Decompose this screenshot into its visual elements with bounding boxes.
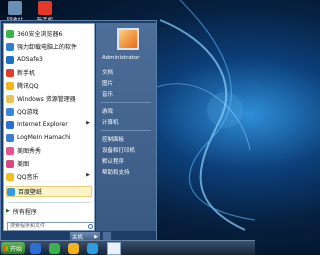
program-item[interactable]: 百度壁纸: [6, 186, 92, 197]
program-icon: [6, 94, 14, 103]
help-support-link[interactable]: 帮助和支持: [102, 168, 130, 176]
user-avatar[interactable]: [117, 28, 139, 50]
program-item[interactable]: 腾讯QQ: [6, 80, 92, 91]
search-placeholder: 搜索程序和文件: [10, 223, 46, 229]
file-manager-taskbar-icon[interactable]: [107, 242, 121, 255]
search-icon[interactable]: [88, 224, 93, 229]
program-icon: [6, 172, 14, 181]
program-label: 美图: [17, 161, 30, 168]
program-item[interactable]: 新手机: [6, 67, 92, 78]
refresh-taskbar-icon[interactable]: [87, 243, 98, 254]
program-label: 美图秀秀: [17, 148, 42, 155]
program-icon: [6, 159, 14, 168]
program-label: QQ音乐: [17, 174, 39, 181]
program-item[interactable]: 强力卸载电脑上的软件: [6, 41, 92, 52]
program-icon: [6, 42, 14, 51]
submenu-arrow-icon[interactable]: ▶: [86, 120, 90, 126]
program-icon: [6, 133, 14, 142]
program-item[interactable]: 美图: [6, 158, 92, 169]
divider: [8, 202, 90, 203]
default-programs-link[interactable]: 默认程序: [102, 157, 124, 165]
browser-taskbar-icon[interactable]: [49, 243, 60, 254]
start-label: 开始: [10, 245, 23, 253]
start-menu: 360安全浏览器6 强力卸载电脑上的软件 ADSafe3 新手机腾讯QQ Windows…: [0, 20, 157, 245]
program-icon: [6, 120, 14, 129]
program-item[interactable]: QQ音乐 ▶: [6, 171, 92, 182]
documents-link[interactable]: 文档: [102, 68, 113, 76]
computer-link[interactable]: 计算机: [102, 118, 119, 126]
submenu-arrow-icon[interactable]: ▶: [86, 172, 90, 178]
windows-logo-icon: [3, 245, 8, 251]
phone-app-icon: [38, 1, 52, 15]
program-label: 强力卸载电脑上的软件: [17, 44, 78, 51]
program-item[interactable]: QQ游戏: [6, 106, 92, 117]
program-item[interactable]: 360安全浏览器6: [6, 28, 92, 39]
program-icon: [7, 187, 15, 196]
start-menu-places-pane: Administrator 文档 图片 音乐 游戏 计算机 控制面板 设备和打印…: [96, 23, 156, 231]
program-item[interactable]: 美图秀秀: [6, 145, 92, 156]
games-link[interactable]: 游戏: [102, 107, 113, 115]
program-label: 百度壁纸: [18, 189, 43, 196]
program-label: Windows 资源管理器: [17, 96, 76, 103]
program-item[interactable]: ADSafe3: [6, 54, 92, 65]
program-item[interactable]: LogMeIn Hamachi: [6, 132, 92, 143]
program-icon: [6, 146, 14, 155]
program-icon: [6, 29, 14, 38]
program-label: QQ游戏: [17, 109, 39, 116]
program-label: 新手机: [17, 70, 36, 77]
program-item[interactable]: Windows 资源管理器: [6, 93, 92, 104]
search-input[interactable]: 搜索程序和文件: [7, 222, 95, 231]
devices-printers-link[interactable]: 设备和打印机: [102, 146, 135, 154]
program-item[interactable]: Internet Explorer ▶: [6, 119, 92, 130]
chevron-right-icon[interactable]: ▶: [94, 234, 98, 240]
all-programs-button[interactable]: ▶ 所有程序: [6, 206, 92, 216]
program-label: 腾讯QQ: [17, 83, 39, 90]
program-label: LogMeIn Hamachi: [17, 134, 71, 141]
user-name-link[interactable]: Administrator: [102, 55, 140, 61]
program-icon: [6, 81, 14, 90]
program-icon: [6, 55, 14, 64]
control-panel-link[interactable]: 控制面板: [102, 135, 124, 143]
taskbar: 开始: [0, 240, 255, 255]
divider: [101, 102, 151, 103]
start-button[interactable]: 开始: [1, 242, 25, 254]
qq-taskbar-icon[interactable]: [68, 243, 79, 254]
divider: [101, 130, 151, 131]
program-label: ADSafe3: [17, 56, 43, 63]
arrow-right-icon: ▶: [6, 208, 10, 214]
program-label: Internet Explorer: [17, 121, 68, 128]
program-icon: [6, 68, 14, 77]
ie-taskbar-icon[interactable]: [30, 243, 41, 254]
all-programs-label: 所有程序: [12, 208, 37, 216]
music-link[interactable]: 音乐: [102, 90, 113, 98]
start-menu-programs-pane: 360安全浏览器6 强力卸载电脑上的软件 ADSafe3 新手机腾讯QQ Windows…: [3, 23, 95, 231]
recycle-bin-icon: [8, 1, 22, 15]
program-label: 360安全浏览器6: [17, 31, 63, 38]
program-icon: [6, 107, 14, 116]
wallpaper-swirl: [150, 0, 255, 231]
pictures-link[interactable]: 图片: [102, 79, 113, 87]
